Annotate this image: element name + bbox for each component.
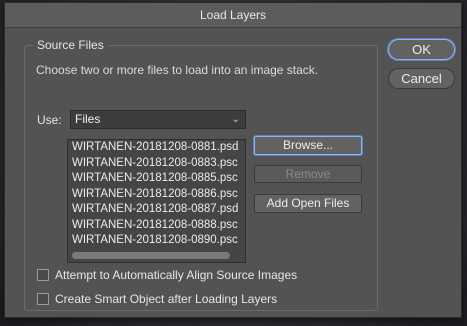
use-label: Use: [37,113,62,127]
use-select-value: Files [75,112,101,126]
smart-object-option[interactable]: Create Smart Object after Loading Layers [37,292,277,306]
cancel-button[interactable]: Cancel [388,68,455,89]
load-layers-dialog: Load Layers Source Files Choose two or m… [4,2,462,318]
smart-object-checkbox[interactable] [37,292,49,305]
file-list-item[interactable]: WIRTANEN-20181208-0886.psc [68,187,245,203]
file-list-item[interactable]: WIRTANEN-20181208-0887.psd [68,202,245,218]
file-list-item[interactable]: WIRTANEN-20181208-0881.psd [68,140,245,156]
align-label: Attempt to Automatically Align Source Im… [55,268,298,282]
file-list[interactable]: WIRTANEN-20181208-0881.psd WIRTANEN-20181… [67,139,246,263]
file-list-scrollbar[interactable] [68,249,245,262]
smart-object-label: Create Smart Object after Loading Layers [55,292,278,306]
ok-button[interactable]: OK [388,39,455,60]
use-select[interactable]: Files ⌄ [70,110,246,129]
file-list-item[interactable]: WIRTANEN-20181208-0888.psc [68,218,245,234]
remove-button[interactable]: Remove [254,165,362,183]
align-checkbox[interactable] [37,268,49,281]
dialog-title: Load Layers [5,3,461,28]
align-option[interactable]: Attempt to Automatically Align Source Im… [37,268,297,282]
file-list-item[interactable]: WIRTANEN-20181208-0885.psc [68,171,245,187]
source-files-group-title: Source Files [33,38,108,52]
add-open-files-button[interactable]: Add Open Files [254,194,362,213]
instructions-text: Choose two or more files to load into an… [36,63,319,77]
file-list-item[interactable]: WIRTANEN-20181208-0883.psc [68,156,245,172]
scrollbar-thumb[interactable] [72,252,230,259]
chevron-down-icon: ⌄ [231,114,240,125]
browse-button[interactable]: Browse... [254,136,362,155]
file-list-item[interactable]: WIRTANEN-20181208-0890.psc [68,233,245,249]
